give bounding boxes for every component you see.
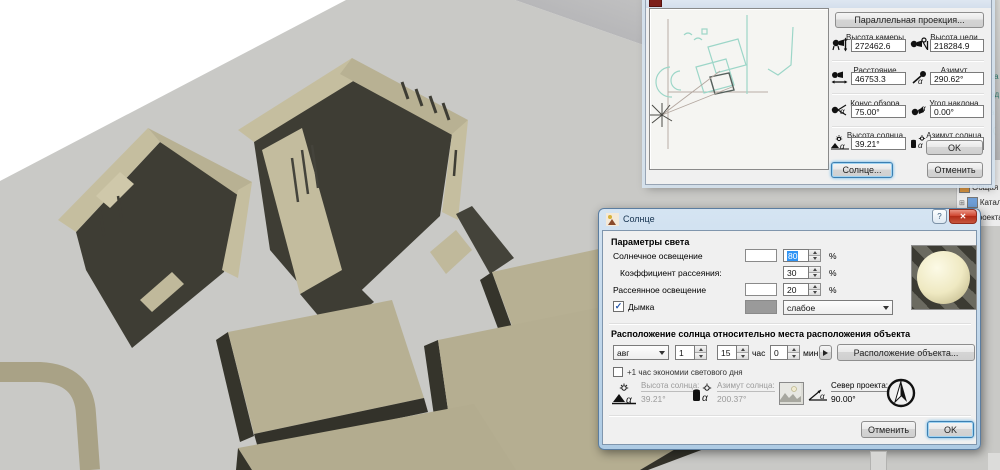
ok-button[interactable]: OK — [926, 140, 983, 155]
scatter-input[interactable]: 30 — [783, 266, 809, 279]
sun-dialog-open-button[interactable]: Солнце... — [831, 162, 893, 178]
sun-altitude-icon: α — [830, 135, 850, 150]
project-north-label: Север проекта: — [831, 381, 888, 392]
cancel-button[interactable]: Отменить — [927, 162, 983, 178]
hour-stepper[interactable] — [737, 345, 749, 360]
minute-stepper[interactable] — [788, 345, 800, 360]
project-north-value: 90.00° — [831, 394, 856, 404]
view-cone-input[interactable]: 75.00° — [851, 105, 906, 118]
sun-altitude-input[interactable]: 39.21° — [851, 137, 906, 150]
sun-light-stepper[interactable] — [809, 249, 821, 262]
window-artifact — [988, 453, 1000, 470]
ambient-color-swatch[interactable] — [745, 283, 777, 296]
separator — [609, 415, 971, 417]
north-angle-icon: α — [807, 388, 829, 402]
projection-map-preview[interactable] — [649, 8, 829, 170]
projection-dialog: Параллельная проекция... Высота камеры В… — [645, 0, 992, 185]
ambient-stepper[interactable] — [809, 283, 821, 296]
ambient-label: Рассеянное освещение — [613, 285, 706, 295]
dst-checkbox[interactable] — [613, 367, 623, 377]
sun-light-color-swatch[interactable] — [745, 249, 777, 262]
view-cone-icon: α — [831, 103, 849, 118]
horizon-preview-thumbnail — [779, 382, 804, 405]
scatter-unit: % — [829, 268, 837, 278]
sun-light-label: Солнечное освещение — [613, 251, 703, 261]
target-height-input[interactable]: 218284.9 — [930, 39, 984, 52]
expander-icon[interactable]: ⊞ — [959, 199, 965, 207]
preview-sphere — [917, 251, 970, 304]
svg-text:α: α — [840, 107, 845, 116]
sun-azimuth-readout-label: Азимут солнца: — [717, 381, 775, 392]
compass-icon — [885, 377, 917, 409]
sun-dialog: Солнце ? ✕ Параметры света Солнечное осв… — [598, 208, 981, 450]
day-stepper[interactable] — [695, 345, 707, 360]
minute-unit-label: мин — [803, 348, 818, 358]
separator — [832, 93, 984, 95]
hour-input[interactable]: 15 — [717, 345, 737, 360]
ambient-unit: % — [829, 285, 837, 295]
haze-color-swatch[interactable] — [745, 300, 777, 314]
svg-text:α: α — [918, 77, 923, 85]
tilt-angle-icon: α — [910, 103, 929, 118]
play-icon — [823, 350, 828, 356]
app-screenshot: вса сад са а ( спе Общая аксоном ⊞ Катал… — [0, 0, 1000, 470]
month-select[interactable]: авг — [613, 345, 669, 360]
azimuth-icon: α — [910, 70, 929, 85]
target-height-icon — [910, 37, 929, 52]
parallel-projection-button[interactable]: Параллельная проекция... — [835, 12, 984, 28]
hour-unit-label: час — [752, 348, 765, 358]
sun-altitude-readout-value: 39.21° — [641, 394, 666, 404]
tree-item-catalogs[interactable]: ⊞ Каталоги — [959, 197, 1000, 208]
minute-input[interactable]: 0 — [770, 345, 788, 360]
projection-dialog-icon — [649, 0, 662, 7]
haze-label: Дымка — [628, 302, 654, 312]
svg-text:α: α — [921, 104, 926, 113]
scatter-stepper[interactable] — [809, 266, 821, 279]
svg-text:α: α — [702, 393, 708, 404]
horizon-image — [780, 383, 801, 402]
sun-cancel-button[interactable]: Отменить — [861, 421, 916, 438]
window-artifact — [870, 451, 887, 470]
chevron-down-icon — [659, 351, 665, 355]
play-button[interactable] — [819, 345, 832, 360]
close-icon[interactable]: ✕ — [949, 209, 977, 224]
dst-label: +1 час экономии светового дня — [627, 368, 743, 377]
tilt-angle-input[interactable]: 0.00° — [930, 105, 984, 118]
sun-azimuth-icon: α — [691, 383, 717, 405]
haze-checkbox[interactable]: ✓ — [613, 301, 624, 312]
svg-text:α: α — [820, 392, 825, 401]
ambient-input[interactable]: 20 — [783, 283, 809, 296]
catalogs-icon — [967, 197, 978, 208]
camera-height-icon — [831, 37, 849, 52]
light-preview — [911, 245, 977, 310]
sun-light-unit: % — [829, 251, 837, 261]
scatter-label: Коэффициент рассеяния: — [620, 268, 722, 278]
sun-altitude-icon: α — [611, 383, 637, 405]
help-button[interactable]: ? — [932, 209, 947, 224]
object-location-button[interactable]: Расположение объекта... — [837, 344, 975, 361]
light-params-section-title: Параметры света — [611, 237, 689, 247]
sun-ok-button[interactable]: OK — [927, 421, 974, 438]
sun-light-input[interactable]: 80 — [783, 249, 809, 262]
sun-dialog-content: Параметры света Солнечное освещение 80 %… — [602, 230, 977, 445]
chevron-down-icon — [883, 306, 889, 310]
haze-strength-select[interactable]: слабое — [783, 300, 893, 315]
sun-position-section-title: Расположение солнца относительно места р… — [611, 329, 910, 339]
separator — [832, 60, 984, 62]
sun-dialog-icon — [606, 213, 619, 226]
azimuth-input[interactable]: 290.62° — [930, 72, 984, 85]
site-plan-drawing — [650, 9, 826, 167]
day-input[interactable]: 1 — [675, 345, 695, 360]
distance-input[interactable]: 46753.3 — [851, 72, 906, 85]
distance-icon — [831, 70, 849, 85]
separator — [609, 323, 971, 325]
projection-dialog-titlebar[interactable] — [646, 0, 991, 8]
sun-azimuth-readout-value: 200.37° — [717, 394, 746, 404]
svg-text:α: α — [918, 141, 923, 150]
camera-height-input[interactable]: 272462.6 — [851, 39, 906, 52]
separator — [832, 126, 984, 128]
sun-dialog-title: Солнце — [623, 214, 655, 224]
